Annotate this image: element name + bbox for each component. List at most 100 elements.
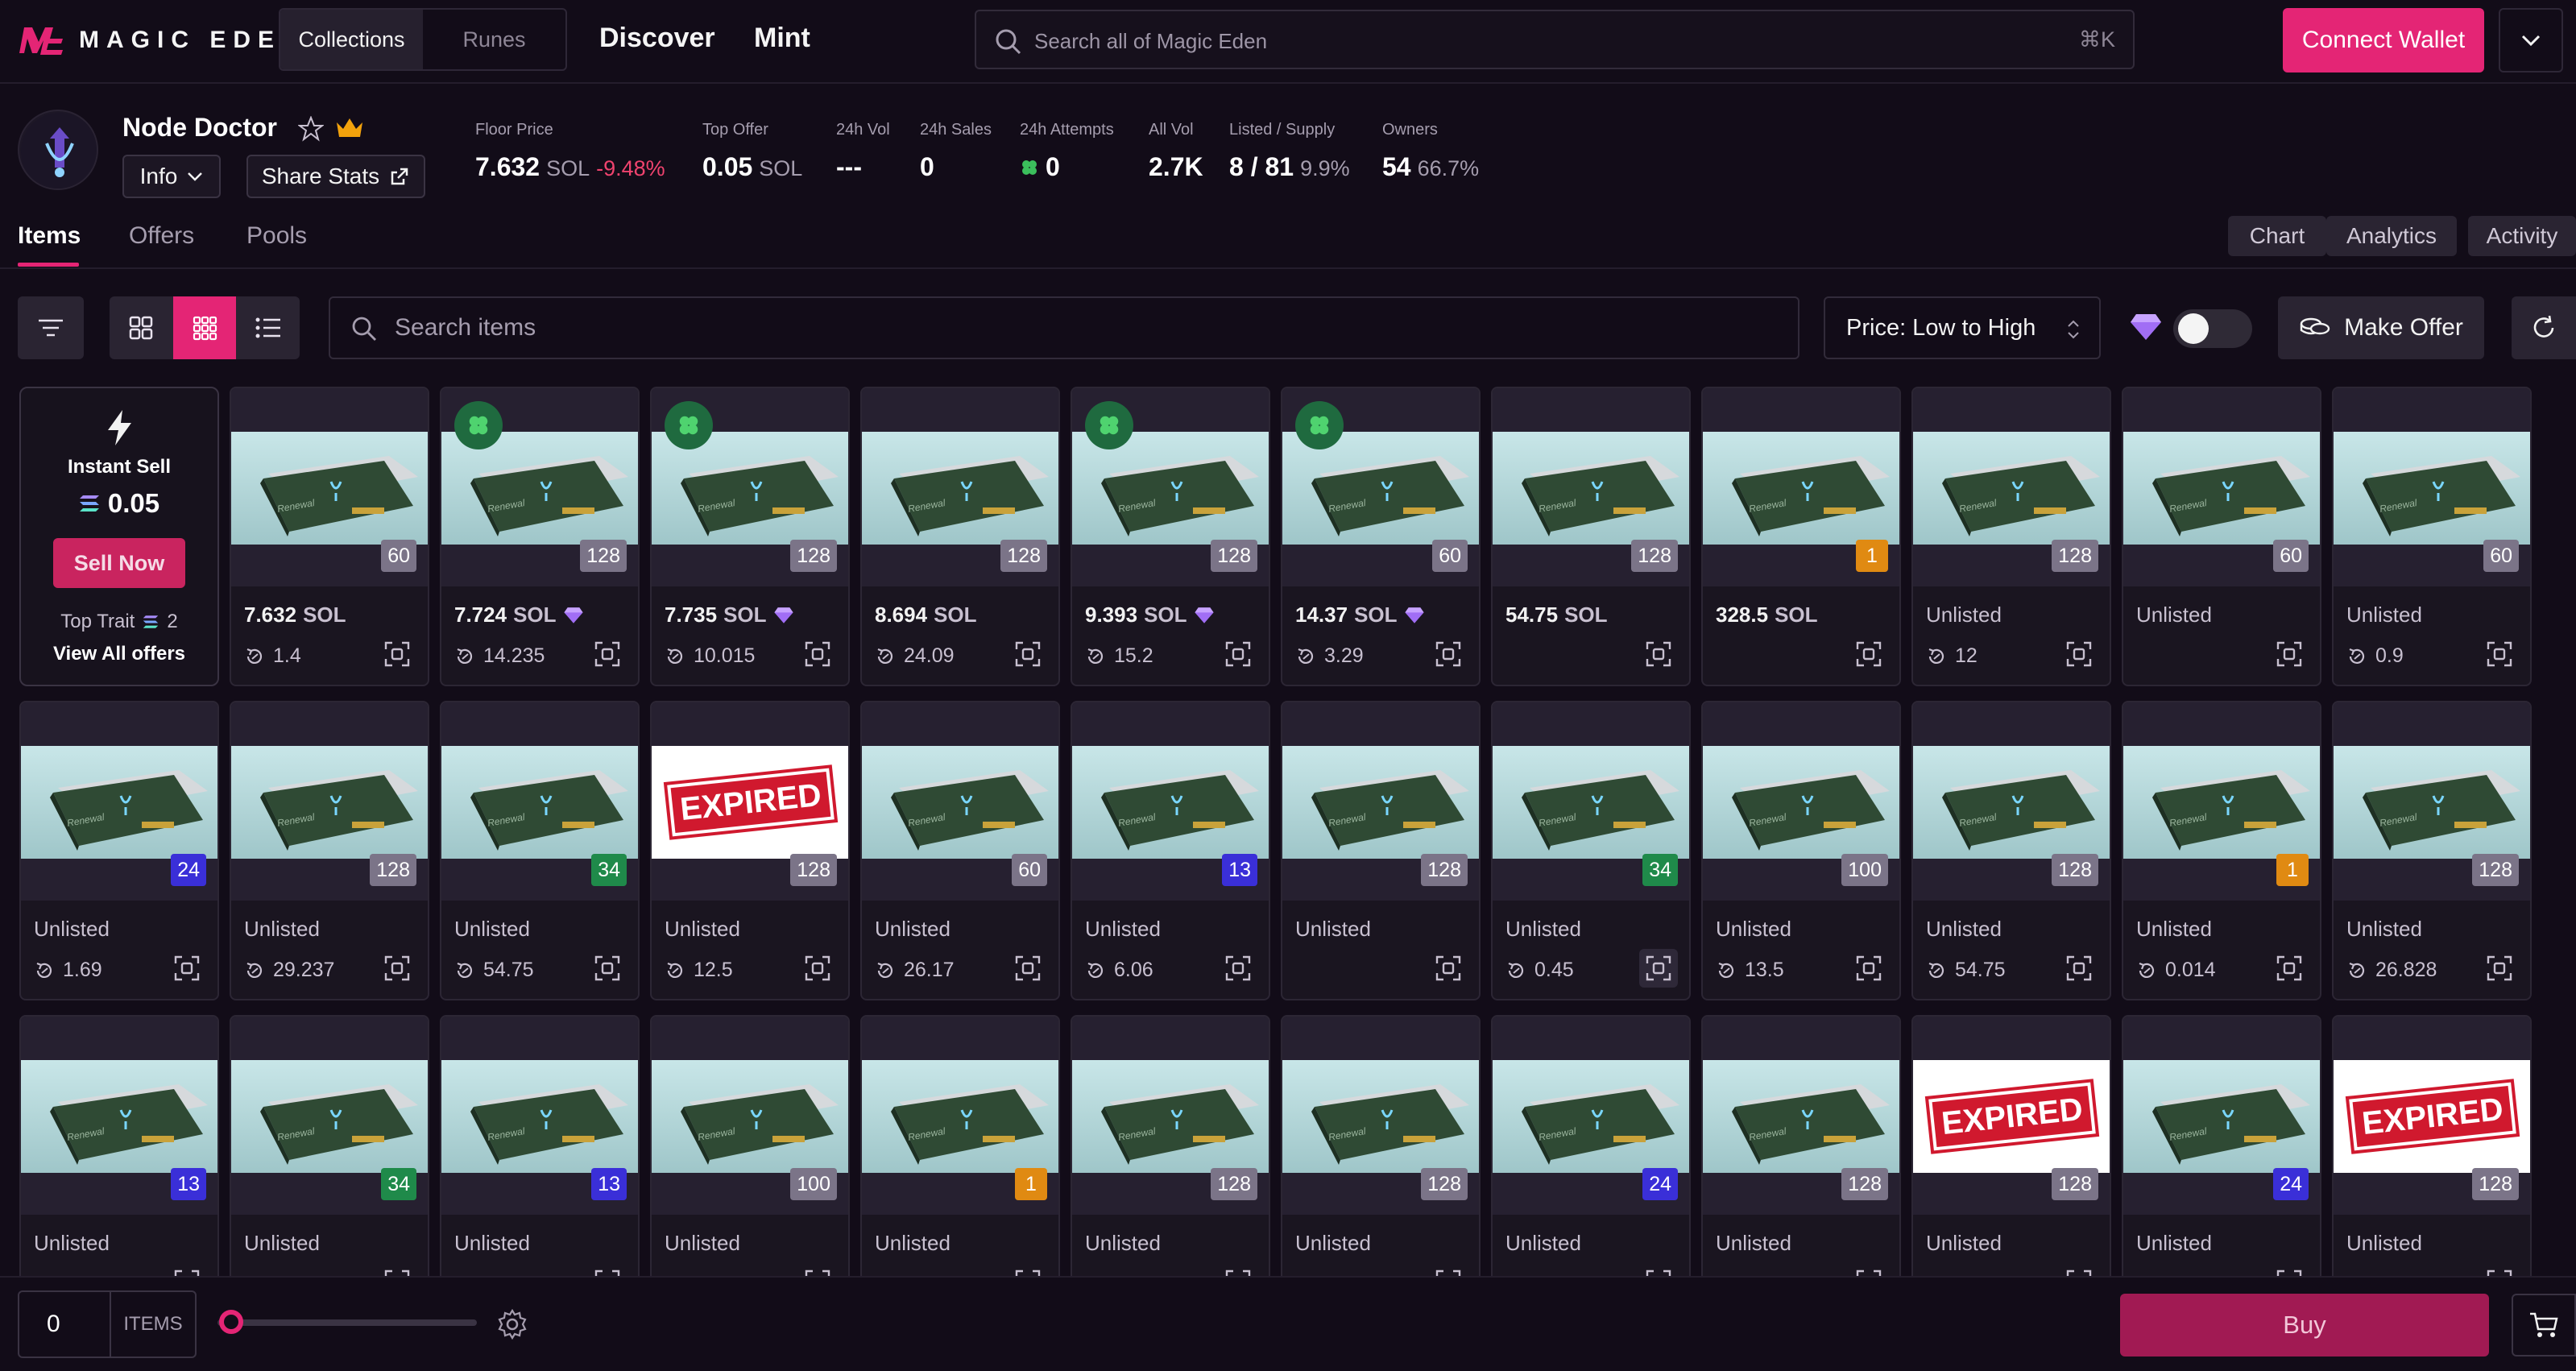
quick-view-button[interactable] bbox=[1429, 635, 1468, 673]
nft-card[interactable]: Renewal 24 Unlisted 1.69 bbox=[19, 701, 219, 1000]
nft-card[interactable]: Renewal 60 Unlisted 26.17 bbox=[860, 701, 1060, 1000]
nav-mint[interactable]: Mint bbox=[754, 23, 810, 54]
global-search-input[interactable] bbox=[1034, 23, 2001, 60]
nft-card[interactable]: Renewal 128 Unlisted bbox=[1281, 701, 1481, 1000]
quick-view-button[interactable] bbox=[2270, 635, 2309, 673]
nft-card[interactable]: Renewal 128 Unlisted 29.237 bbox=[230, 701, 429, 1000]
quick-view-button[interactable] bbox=[588, 949, 627, 988]
nft-card[interactable]: Renewal 128 8.694 SOL 24.09 bbox=[860, 387, 1060, 686]
nft-card[interactable]: Renewal 128 Unlisted 54.75 bbox=[1911, 701, 2111, 1000]
view-all-offers-link[interactable]: View All offers bbox=[21, 643, 217, 665]
refresh-button[interactable] bbox=[2512, 296, 2576, 359]
quick-view-button[interactable] bbox=[1849, 949, 1888, 988]
quick-view-button[interactable] bbox=[1639, 635, 1678, 673]
sort-select[interactable]: Price: Low to High bbox=[1824, 296, 2101, 359]
sell-now-button[interactable]: Sell Now bbox=[53, 538, 185, 588]
quantity-value[interactable]: 0 bbox=[19, 1292, 111, 1357]
quick-view-button[interactable] bbox=[2480, 1263, 2519, 1276]
nft-card[interactable]: Renewal 100 Unlisted bbox=[650, 1015, 850, 1276]
view-list-button[interactable] bbox=[236, 296, 300, 359]
quick-view-button[interactable] bbox=[2480, 949, 2519, 988]
quick-view-button[interactable] bbox=[2060, 1263, 2098, 1276]
tab-offers[interactable]: Offers bbox=[129, 222, 194, 250]
nft-card[interactable]: Renewal 1 Unlisted 0.014 bbox=[2122, 701, 2321, 1000]
quick-view-button[interactable] bbox=[588, 635, 627, 673]
nft-card[interactable]: Renewal 128 Unlisted 26.828 bbox=[2332, 701, 2532, 1000]
nft-card[interactable]: Renewal 128 Unlisted bbox=[1281, 1015, 1481, 1276]
nft-card[interactable]: Renewal 128 Unlisted bbox=[1701, 1015, 1901, 1276]
share-stats-button[interactable]: Share Stats bbox=[246, 155, 425, 198]
nft-card[interactable]: Renewal 128 Unlisted bbox=[1071, 1015, 1270, 1276]
view-small-grid-button[interactable] bbox=[172, 296, 237, 359]
quick-view-button[interactable] bbox=[378, 635, 416, 673]
nft-card[interactable]: Renewal 60 Unlisted bbox=[2122, 387, 2321, 686]
nft-card[interactable]: Renewal 24 Unlisted bbox=[2122, 1015, 2321, 1276]
nft-card[interactable]: Renewal 128 54.75 SOL bbox=[1491, 387, 1691, 686]
nft-card[interactable]: Renewal 1 Unlisted bbox=[860, 1015, 1060, 1276]
quick-view-button[interactable] bbox=[1008, 1263, 1047, 1276]
buy-button[interactable]: Buy bbox=[2120, 1294, 2489, 1357]
quick-view-button[interactable] bbox=[1219, 949, 1257, 988]
nft-card[interactable]: Renewal 34 Unlisted bbox=[230, 1015, 429, 1276]
nft-card[interactable]: Renewal 100 Unlisted 13.5 bbox=[1701, 701, 1901, 1000]
quick-view-button[interactable] bbox=[798, 635, 837, 673]
quick-view-button[interactable] bbox=[1219, 635, 1257, 673]
nft-card[interactable]: EXPIRED 128 Unlisted bbox=[2332, 1015, 2532, 1276]
nft-card[interactable]: Renewal 1 328.5 SOL bbox=[1701, 387, 1901, 686]
nft-card[interactable]: Renewal 60 Unlisted 0.9 bbox=[2332, 387, 2532, 686]
quick-view-button[interactable] bbox=[1639, 1263, 1678, 1276]
favorite-star-icon[interactable] bbox=[298, 116, 324, 142]
item-search-input[interactable] bbox=[395, 309, 1684, 346]
tab-analytics[interactable]: Analytics bbox=[2326, 216, 2457, 256]
quick-view-button[interactable] bbox=[798, 1263, 837, 1276]
nft-card[interactable]: Renewal 60 7.632 SOL 1.4 bbox=[230, 387, 429, 686]
quantity-field[interactable]: 0 ITEMS bbox=[18, 1290, 197, 1358]
sweep-slider[interactable] bbox=[217, 1310, 477, 1334]
connect-wallet-button[interactable]: Connect Wallet bbox=[2283, 8, 2484, 72]
view-large-grid-button[interactable] bbox=[110, 296, 173, 359]
tab-items[interactable]: Items bbox=[18, 222, 81, 250]
quick-view-button[interactable] bbox=[1639, 949, 1678, 988]
diamond-filter-toggle[interactable] bbox=[2173, 309, 2252, 348]
tab-collections[interactable]: Collections bbox=[280, 10, 423, 69]
nft-card[interactable]: Renewal 60 14.37 SOL 3.29 bbox=[1281, 387, 1481, 686]
info-dropdown-button[interactable]: Info bbox=[122, 155, 221, 198]
quick-view-button[interactable] bbox=[1849, 1263, 1888, 1276]
brand-logo[interactable]: MAGIC EDEN bbox=[18, 24, 306, 56]
nft-card[interactable]: Renewal 24 Unlisted bbox=[1491, 1015, 1691, 1276]
nft-card[interactable]: Renewal 128 7.735 SOL 10.015 bbox=[650, 387, 850, 686]
nft-card[interactable]: Renewal 13 Unlisted 6.06 bbox=[1071, 701, 1270, 1000]
quick-view-button[interactable] bbox=[1849, 635, 1888, 673]
nft-card[interactable]: Renewal 34 Unlisted 0.45 bbox=[1491, 701, 1691, 1000]
tab-pools[interactable]: Pools bbox=[246, 222, 307, 250]
menu-dropdown-button[interactable] bbox=[2499, 8, 2563, 72]
nft-card[interactable]: EXPIRED 128 Unlisted 12.5 bbox=[650, 701, 850, 1000]
tab-chart[interactable]: Chart bbox=[2228, 216, 2326, 256]
nft-card[interactable]: Renewal 128 Unlisted 12 bbox=[1911, 387, 2111, 686]
nft-card[interactable]: Renewal 34 Unlisted 54.75 bbox=[440, 701, 640, 1000]
nft-card[interactable]: EXPIRED 128 Unlisted bbox=[1911, 1015, 2111, 1276]
quick-view-button[interactable] bbox=[1008, 635, 1047, 673]
quick-view-button[interactable] bbox=[378, 949, 416, 988]
quick-view-button[interactable] bbox=[1429, 949, 1468, 988]
quick-view-button[interactable] bbox=[2060, 635, 2098, 673]
quick-view-button[interactable] bbox=[2270, 1263, 2309, 1276]
quick-view-button[interactable] bbox=[1008, 949, 1047, 988]
quick-view-button[interactable] bbox=[2480, 635, 2519, 673]
gear-icon[interactable] bbox=[496, 1308, 528, 1340]
tab-runes[interactable]: Runes bbox=[423, 10, 565, 69]
quick-view-button[interactable] bbox=[2060, 949, 2098, 988]
nft-card[interactable]: Renewal 13 Unlisted bbox=[19, 1015, 219, 1276]
nav-discover[interactable]: Discover bbox=[599, 23, 715, 54]
cart-button[interactable] bbox=[2512, 1294, 2576, 1357]
quick-view-button[interactable] bbox=[798, 949, 837, 988]
make-offer-button[interactable]: Make Offer bbox=[2278, 296, 2484, 359]
filter-button[interactable] bbox=[18, 296, 84, 359]
quick-view-button[interactable] bbox=[1429, 1263, 1468, 1276]
slider-thumb[interactable] bbox=[219, 1310, 243, 1334]
quick-view-button[interactable] bbox=[378, 1263, 416, 1276]
nft-card[interactable]: Renewal 128 9.393 SOL 15.2 bbox=[1071, 387, 1270, 686]
quick-view-button[interactable] bbox=[168, 1263, 206, 1276]
nft-card[interactable]: Renewal 128 7.724 SOL 14.235 bbox=[440, 387, 640, 686]
tab-activity[interactable]: Activity bbox=[2468, 216, 2576, 256]
